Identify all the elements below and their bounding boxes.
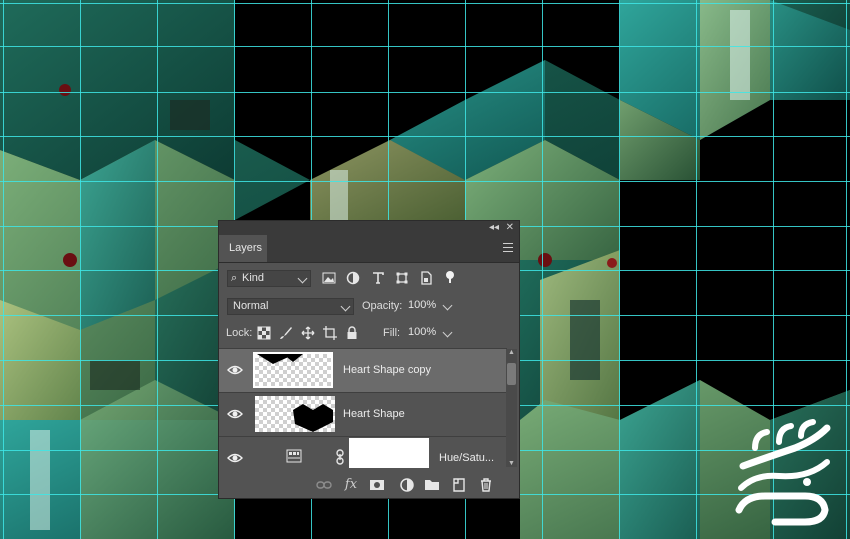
filter-toggle-icon[interactable] [443, 270, 457, 284]
adjustment-icon[interactable] [399, 477, 415, 493]
fill-value: 100% [408, 326, 437, 338]
visibility-eye-icon[interactable] [227, 451, 243, 465]
guide-line [0, 136, 850, 137]
hue-saturation-adjustment-icon[interactable] [286, 449, 302, 463]
filter-kind-dropdown[interactable]: ⌕ Kind [227, 270, 311, 287]
panel-tab-bar: Layers [219, 235, 519, 263]
opacity-field[interactable]: 100% [403, 298, 455, 315]
mask-icon[interactable] [369, 477, 385, 493]
image-filter-icon[interactable] [322, 271, 336, 285]
close-panel-button[interactable]: ✕ [506, 222, 514, 234]
lock-image-pixels-icon[interactable] [279, 326, 293, 340]
lock-fill-row: Lock: Fill: 100% [219, 325, 519, 345]
layer-row-heart-shape[interactable]: Heart Shape [219, 392, 507, 436]
site-logo-watermark [735, 419, 831, 526]
trash-icon[interactable] [478, 477, 494, 493]
lock-artboard-icon[interactable] [323, 326, 337, 340]
blend-mode-value: Normal [233, 300, 269, 312]
new-layer-icon[interactable] [451, 477, 467, 493]
smart-object-filter-icon[interactable] [419, 271, 433, 285]
lock-transparent-pixels-icon[interactable] [257, 326, 271, 340]
layer-name: Heart Shape [343, 408, 405, 420]
collapse-panel-button[interactable]: ◂◂ [489, 222, 499, 234]
adjustment-filter-icon[interactable] [346, 271, 360, 285]
guide-line [0, 92, 850, 93]
layer-name: Hue/Satu... [439, 452, 495, 464]
fill-label: Fill: [383, 327, 401, 339]
layer-name: Heart Shape copy [343, 364, 432, 376]
visibility-eye-icon[interactable] [227, 363, 243, 377]
shape-filter-icon[interactable] [395, 271, 409, 285]
group-folder-icon[interactable] [424, 477, 440, 493]
type-filter-icon[interactable] [371, 271, 385, 285]
opacity-value: 100% [408, 299, 437, 311]
tab-layers[interactable]: Layers [219, 235, 267, 262]
opacity-label: Opacity: [362, 300, 403, 312]
layer-row-heart-shape-copy[interactable]: Heart Shape copy [219, 348, 507, 392]
layers-bottom-toolbar: fx [219, 473, 519, 499]
layer-thumbnail[interactable] [255, 396, 335, 432]
fx-icon[interactable]: fx [343, 477, 359, 493]
lock-position-icon[interactable] [301, 326, 315, 340]
chevron-down-icon [442, 300, 453, 311]
guide-line [0, 46, 850, 47]
layer-thumbnail[interactable] [253, 352, 333, 388]
layers-list: Heart Shape copy Heart Shape Hue/Satu... [219, 348, 519, 468]
layer-row-hue-saturation[interactable]: Hue/Satu... [219, 436, 507, 468]
lock-all-icon[interactable] [345, 326, 359, 340]
guide-line [0, 3, 850, 4]
panel-menu-icon[interactable] [503, 243, 513, 252]
scrollbar-thumb[interactable] [507, 363, 516, 385]
filter-kind-label: Kind [242, 272, 265, 284]
chevron-down-icon [297, 273, 308, 284]
scroll-up-icon[interactable]: ▲ [508, 349, 515, 356]
scroll-down-icon[interactable]: ▼ [508, 460, 515, 467]
layer-mask-thumbnail[interactable] [349, 438, 429, 468]
blend-mode-dropdown[interactable]: Normal [227, 298, 354, 315]
guide-line [0, 181, 850, 182]
lock-label: Lock: [226, 327, 253, 339]
layer-filter-row: ⌕ Kind [219, 270, 519, 290]
layers-scrollbar[interactable]: ▲ ▼ [506, 349, 517, 467]
chevron-down-icon [442, 327, 453, 338]
visibility-eye-icon[interactable] [227, 407, 243, 421]
chevron-down-icon [340, 301, 351, 312]
panel-title-bar[interactable]: ◂◂ ✕ [219, 221, 519, 235]
link-icon[interactable] [316, 477, 332, 493]
fill-field[interactable]: 100% [403, 325, 455, 342]
search-icon: ⌕ [231, 272, 238, 284]
layers-panel: ◂◂ ✕ Layers ⌕ Kind Normal Opacity: 100% [218, 220, 520, 499]
mask-link-icon[interactable] [335, 449, 345, 465]
blend-opacity-row: Normal Opacity: 100% [219, 298, 519, 318]
